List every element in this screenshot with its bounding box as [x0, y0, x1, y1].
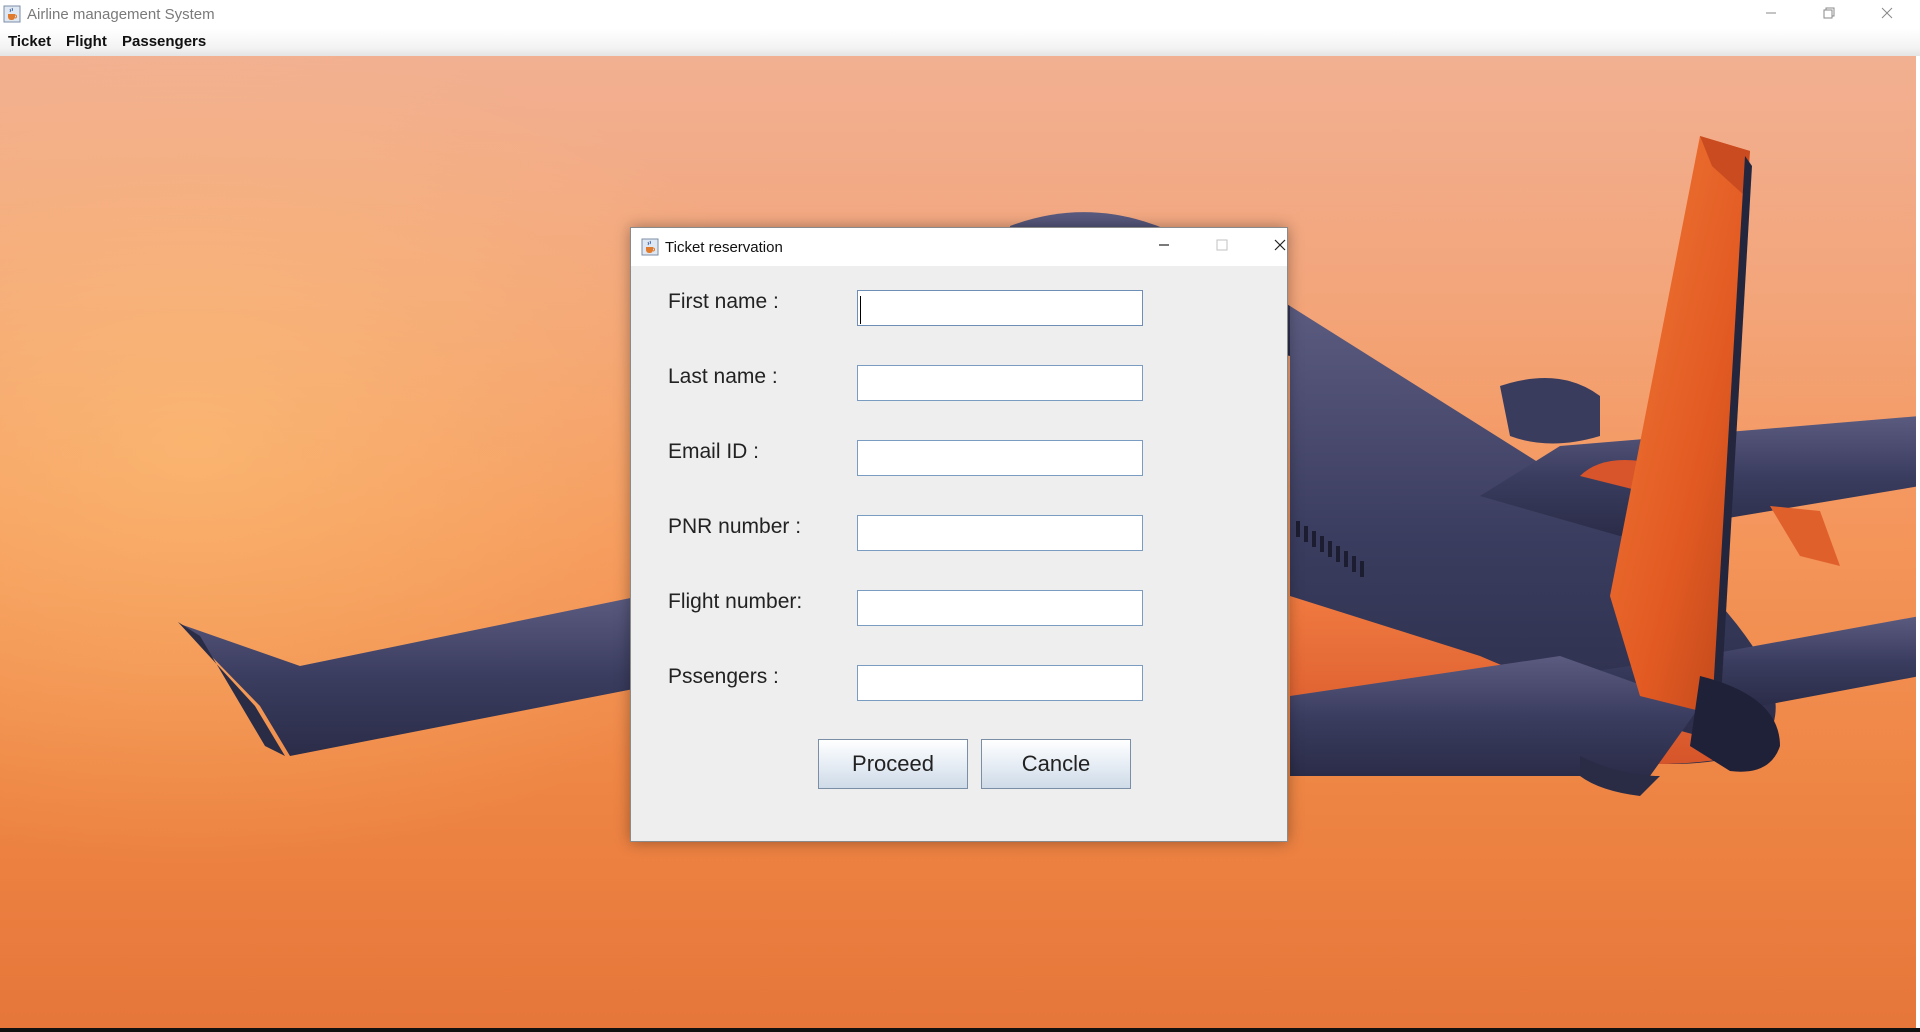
restore-icon: [1823, 6, 1835, 24]
flight-number-label: Flight number:: [668, 590, 803, 613]
proceed-button[interactable]: Proceed: [818, 739, 968, 789]
java-cup-icon: [3, 5, 21, 23]
window-edge: [1916, 56, 1920, 1032]
dialog-maximize-button[interactable]: [1199, 228, 1245, 266]
window-titlebar[interactable]: Airline management System: [0, 0, 1920, 29]
passengers-field[interactable]: [857, 665, 1143, 701]
text-caret: [860, 296, 861, 324]
minimize-icon: [1158, 238, 1170, 256]
email-id-field[interactable]: [857, 440, 1143, 476]
flight-number-field[interactable]: [857, 590, 1143, 626]
menu-ticket[interactable]: Ticket: [8, 33, 51, 50]
airline-app-window: Airline management System Ticket Flight …: [0, 0, 1920, 1032]
last-name-label: Last name :: [668, 365, 778, 388]
close-icon: [1881, 6, 1893, 24]
close-icon: [1274, 238, 1286, 256]
first-name-label: First name :: [668, 290, 779, 313]
menu-bar: Ticket Flight Passengers: [0, 29, 1920, 56]
pnr-number-label: PNR number :: [668, 515, 802, 538]
menu-flight[interactable]: Flight: [66, 33, 107, 50]
dialog-close-button[interactable]: [1257, 228, 1303, 266]
email-id-label: Email ID :: [668, 440, 760, 463]
window-title: Airline management System: [27, 6, 215, 23]
minimize-button[interactable]: [1742, 0, 1800, 29]
java-cup-icon: [641, 238, 659, 256]
dialog-title: Ticket reservation: [665, 239, 783, 256]
maximize-icon: [1216, 238, 1228, 256]
restore-button[interactable]: [1800, 0, 1858, 29]
pnr-number-field[interactable]: [857, 515, 1143, 551]
first-name-field[interactable]: [857, 290, 1143, 326]
window-bottom-edge: [0, 1028, 1920, 1032]
menu-passengers[interactable]: Passengers: [122, 33, 206, 50]
dialog-minimize-button[interactable]: [1141, 228, 1187, 266]
passengers-label: Pssengers :: [668, 665, 779, 688]
cancel-button[interactable]: Cancle: [981, 739, 1131, 789]
last-name-field[interactable]: [857, 365, 1143, 401]
minimize-icon: [1765, 6, 1777, 24]
ticket-reservation-dialog: Ticket reservation First name: Last nam…: [630, 227, 1288, 842]
close-button[interactable]: [1858, 0, 1916, 29]
dialog-titlebar[interactable]: Ticket reservation: [631, 228, 1287, 266]
